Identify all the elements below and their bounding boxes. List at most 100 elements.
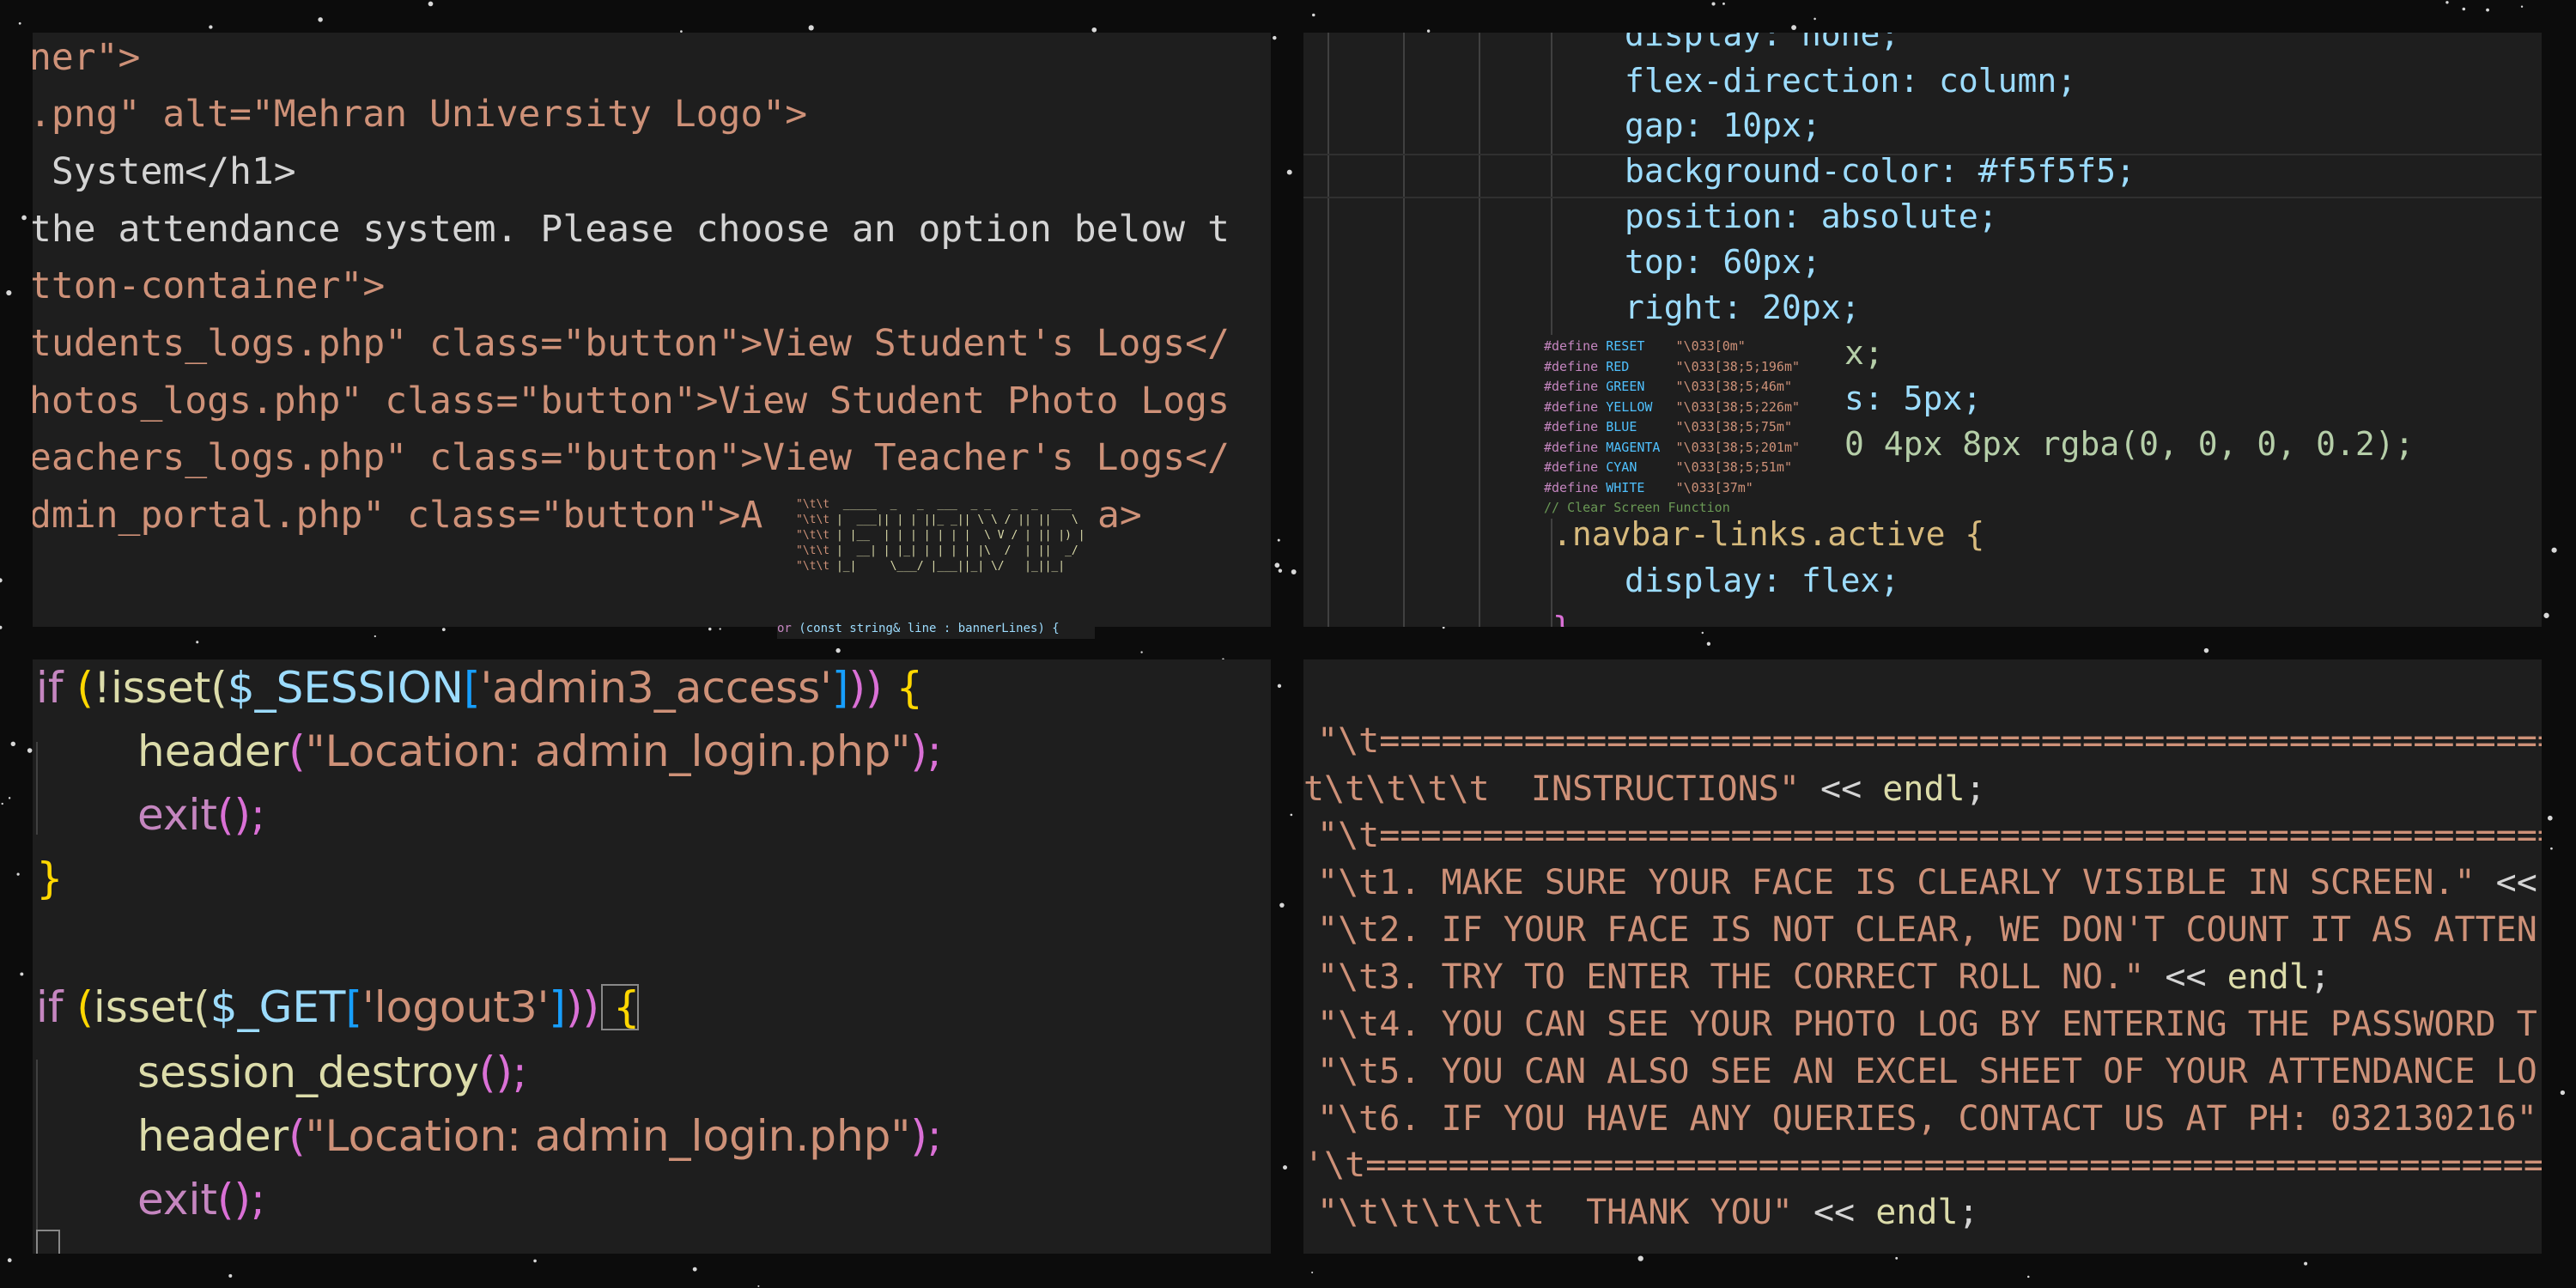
code-line: ner">: [33, 36, 141, 79]
code-line: t\t\t\t\t INSTRUCTIONS" << endl;: [1303, 769, 1986, 809]
code-line: "\t2. IF YOUR FACE IS NOT CLEAR, WE DON'…: [1317, 910, 2537, 950]
code-line: the attendance system. Please choose an …: [33, 208, 1230, 251]
star-dot: [228, 1273, 233, 1278]
indent-guide: [36, 742, 38, 835]
code-line: 0 4px 8px rgba(0, 0, 0, 0.2);: [1844, 425, 2415, 463]
star-dot: [1711, 2, 1716, 6]
star-dot: [1, 802, 3, 805]
define-line: #define GREEN "\033[38;5;46m": [1544, 379, 1792, 394]
code-line: .navbar-links.active {: [1552, 515, 1985, 553]
code-line: x;: [1844, 334, 1884, 372]
star-dot: [2550, 847, 2553, 850]
code-line: eachers_logs.php" class="button">View Te…: [33, 436, 1230, 479]
code-line: if (isset($_GET['logout3'])) {: [36, 982, 641, 1032]
ascii-banner-overlay: "\t\t _____ _ _ ___ _ _ _ _ ___ "\t\t | …: [777, 488, 1095, 639]
star-dot: [196, 641, 199, 644]
star-dot: [1895, 1256, 1899, 1260]
code-line: "\t=====================================…: [1317, 816, 2542, 855]
define-comment: // Clear Screen Function: [1544, 500, 1730, 515]
star-dot: [533, 1259, 537, 1263]
code-line: session_destroy();: [137, 1048, 527, 1097]
code-line: tudents_logs.php" class="button">View St…: [33, 322, 1230, 365]
code-line: top: 60px;: [1625, 243, 1821, 281]
define-line: #define WHITE "\033[37m": [1544, 479, 1753, 495]
star-dot: [374, 635, 376, 638]
define-line: #define YELLOW "\033[38;5;226m": [1544, 398, 1801, 415]
star-dot: [1277, 683, 1282, 688]
star-dot: [708, 627, 712, 631]
star-dot: [209, 25, 213, 29]
star-dot: [2462, 7, 2466, 11]
star-dot: [1273, 35, 1277, 40]
star-dot: [1278, 568, 1283, 573]
cpp-code-panel: "\t=====================================…: [1303, 659, 2542, 1254]
code-line: tton-container">: [33, 264, 386, 307]
code-line: "\t=====================================…: [1317, 721, 2542, 761]
code-line: "\t1. MAKE SURE YOUR FACE IS CLEARLY VIS…: [1317, 863, 2537, 902]
star-dot: [2027, 1275, 2030, 1279]
code-line: right: 20px;: [1625, 289, 1861, 326]
code-line: "\t\t\t\t\t THANK YOU" << endl;: [1317, 1193, 1979, 1232]
star-dot: [21, 215, 27, 221]
indent-guide: [1403, 33, 1405, 627]
star-dot: [1277, 538, 1280, 542]
code-line: System</h1>: [33, 150, 296, 193]
css-code-panel: display: none; flex-direction: column; g…: [1303, 33, 2542, 627]
star-dot: [2520, 5, 2524, 8]
star-dot: [7, 1258, 12, 1263]
star-dot: [719, 628, 721, 630]
indent-guide: [1479, 33, 1480, 627]
define-line: #define RED "\033[38;5;196m": [1544, 358, 1801, 374]
define-line: #define MAGENTA "\033[38;5;201m": [1544, 439, 1801, 455]
color-defines-overlay: #define RESET "\033[0m" #define RED "\033…: [1542, 335, 1831, 519]
code-line: }: [36, 854, 64, 903]
star-dot: [20, 972, 24, 976]
star-dot: [1722, 2, 1725, 5]
code-line: hotos_logs.php" class="button">View Stud…: [33, 380, 1230, 422]
banner-line: "\t\t |_| \___/ |___||_| \/ |_||_|: [796, 560, 1085, 573]
star-dot: [8, 797, 11, 799]
define-line: #define CYAN "\033[38;5;51m": [1544, 459, 1792, 475]
code-line: dmin_portal.php" class="button">A: [33, 494, 763, 537]
bracket-match-box: [36, 1230, 60, 1254]
code-line: flex-direction: column;: [1625, 62, 2077, 100]
code-line: exit();: [137, 1175, 265, 1224]
star-dot: [1290, 813, 1293, 817]
star-dot: [2551, 547, 2557, 553]
code-line: background-color: #f5f5f5;: [1625, 152, 2136, 190]
star-dot: [428, 1, 434, 7]
star-dot: [1283, 1165, 1288, 1170]
banner-loop-line: or (const string& line : bannerLines) {: [777, 622, 1060, 635]
star-dot: [1274, 562, 1280, 568]
star-dot: [2560, 1090, 2566, 1096]
star-dot: [1814, 17, 1816, 21]
star-dot: [692, 1267, 697, 1272]
star-dot: [1706, 641, 1711, 646]
star-dot: [1637, 1255, 1643, 1261]
code-line: .png" alt="Mehran University Logo">: [33, 93, 808, 136]
star-dot: [2486, 8, 2489, 12]
star-dot: [835, 647, 841, 653]
star-dot: [1312, 13, 1315, 17]
star-dot: [1091, 27, 1097, 33]
star-dot: [808, 25, 814, 31]
star-dot: [27, 748, 33, 753]
code-line: '\t=====================================…: [1303, 1145, 2542, 1185]
indent-guide: [1327, 33, 1329, 627]
star-dot: [6, 289, 12, 296]
star-dot: [16, 872, 20, 876]
star-dot: [2445, 1, 2449, 4]
code-line: "\t3. TRY TO ENTER THE CORRECT ROLL NO."…: [1317, 957, 2331, 997]
define-line: #define BLUE "\033[38;5;75m": [1544, 419, 1792, 434]
code-line: }: [1552, 610, 1572, 627]
star-dot: [1140, 651, 1143, 653]
code-line: display: flex;: [1625, 562, 1900, 599]
banner-line: "\t\t _____ _ _ ___ _ _ _ _ ___: [796, 498, 1078, 511]
star-dot: [1286, 169, 1292, 175]
code-line-tail: a>: [1097, 494, 1142, 537]
star-dot: [2543, 612, 2549, 618]
code-line: gap: 10px;: [1625, 106, 1821, 144]
code-line: "\t6. IF YOU HAVE ANY QUERIES, CONTACT U…: [1317, 1099, 2537, 1139]
indent-guide: [36, 1060, 38, 1254]
star-dot: [1311, 1271, 1314, 1273]
